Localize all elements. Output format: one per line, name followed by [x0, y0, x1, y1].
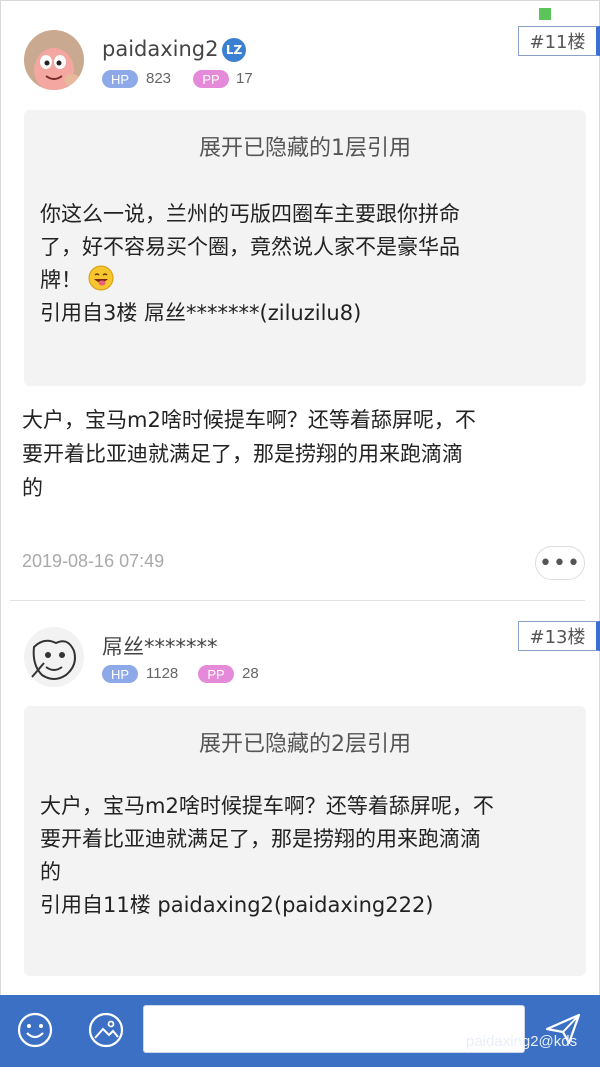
post-body: 大户，宝马m2啥时候提车啊？还等着舔屏呢，不 要开着比亚迪就满足了，那是捞翔的用… [22, 403, 582, 505]
quote-box: 展开已隐藏的2层引用 大户，宝马m2啥时候提车啊？还等着舔屏呢，不 要开着比亚迪… [24, 706, 586, 976]
watermark: paidaxing2@kds [466, 1033, 578, 1050]
status-indicator [539, 8, 551, 20]
more-options-button[interactable]: ••• [535, 546, 585, 580]
pp-badge: PP [198, 665, 234, 683]
pp-value: 28 [242, 665, 259, 682]
expand-quotes-link[interactable]: 展开已隐藏的1层引用 [24, 130, 586, 162]
pp-value: 17 [236, 70, 253, 87]
grinning-tongue-emoji-icon [88, 265, 114, 291]
quote-line: 大户，宝马m2啥时候提车啊？还等着舔屏呢，不 [40, 794, 494, 818]
floor-tag[interactable]: #11楼 [518, 26, 600, 56]
quote-line: 的 [40, 860, 61, 884]
reply-bar [0, 995, 600, 1067]
quote-source: 引用自3楼 屌丝*******(ziluzilu8) [40, 301, 362, 325]
body-line: 的 [22, 476, 43, 500]
image-picker-icon[interactable] [86, 1010, 126, 1050]
floor-tag[interactable]: #13楼 [518, 621, 600, 651]
body-line: 要开着比亚迪就满足了，那是捞翔的用来跑滴滴 [22, 442, 463, 466]
quote-source: 引用自11楼 paidaxing2(paidaxing222) [40, 893, 434, 917]
hp-badge: HP [102, 665, 138, 683]
username[interactable]: 屌丝******* [102, 631, 218, 661]
quote-line: 牌！ [40, 264, 570, 297]
avatar-sketch-image [24, 627, 84, 687]
post-divider [10, 600, 585, 601]
quote-box: 展开已隐藏的1层引用 你这么一说，兰州的丐版四圈车主要跟你拼命 了，好不容易买个… [24, 110, 586, 386]
quote-text: 大户，宝马m2啥时候提车啊？还等着舔屏呢，不 要开着比亚迪就满足了，那是捞翔的用… [40, 790, 570, 922]
smiley-face-icon[interactable] [15, 1010, 55, 1050]
avatar[interactable] [24, 627, 84, 687]
expand-quotes-link[interactable]: 展开已隐藏的2层引用 [24, 726, 586, 758]
pp-badge: PP [193, 70, 229, 88]
quote-line: 你这么一说，兰州的丐版四圈车主要跟你拼命 [40, 202, 460, 226]
hp-value: 823 [146, 70, 172, 87]
quote-line: 了，好不容易买个圈，竟然说人家不是豪华品 [40, 235, 460, 259]
quote-line-text: 牌！ [40, 268, 82, 292]
hp-badge: HP [102, 70, 138, 88]
avatar[interactable] [24, 30, 84, 90]
quote-line: 要开着比亚迪就满足了，那是捞翔的用来跑滴滴 [40, 827, 481, 851]
body-line: 大户，宝马m2啥时候提车啊？还等着舔屏呢，不 [22, 408, 476, 432]
username[interactable]: paidaxing2 [102, 37, 219, 61]
lz-badge: LZ [222, 38, 246, 62]
avatar-patrick-image [24, 30, 84, 90]
post-timestamp: 2019-08-16 07:49 [22, 551, 165, 571]
quote-text: 你这么一说，兰州的丐版四圈车主要跟你拼命 了，好不容易买个圈，竟然说人家不是豪华… [40, 198, 570, 330]
hp-value: 1128 [146, 665, 179, 682]
